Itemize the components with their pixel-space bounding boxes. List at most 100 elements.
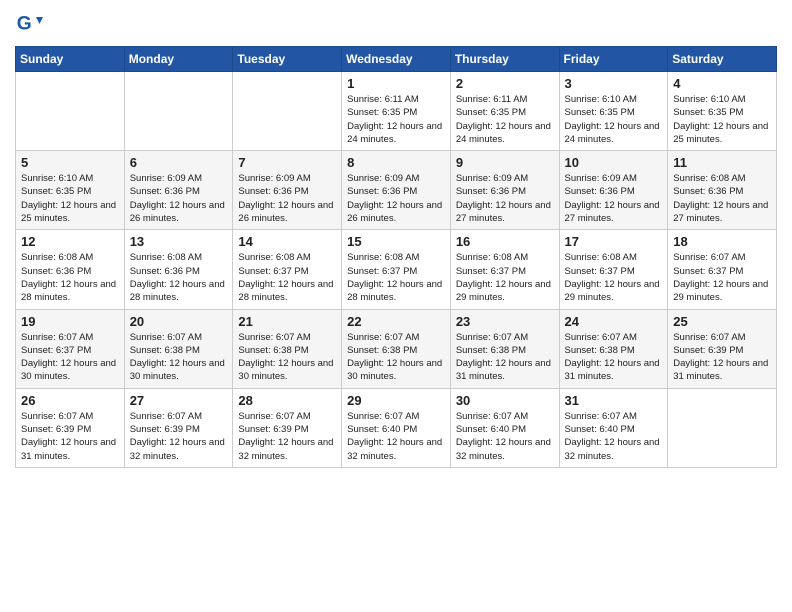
calendar-cell [124, 72, 233, 151]
day-number: 30 [456, 393, 554, 408]
calendar-week-row: 1Sunrise: 6:11 AM Sunset: 6:35 PM Daylig… [16, 72, 777, 151]
calendar-cell: 31 Sunrise: 6:07 AM Sunset: 6:40 PM Dayli… [559, 388, 668, 467]
calendar-cell: 17Sunrise: 6:08 AM Sunset: 6:37 PM Dayli… [559, 230, 668, 309]
calendar-cell: 13 Sunrise: 6:08 AM Sunset: 6:36 PM Dayli… [124, 230, 233, 309]
calendar-cell: 3Sunrise: 6:10 AM Sunset: 6:35 PM Daylig… [559, 72, 668, 151]
day-number: 22 [347, 314, 445, 329]
calendar-cell [16, 72, 125, 151]
day-info: Sunrise: 6:07 AM Sunset: 6:39 PM Dayligh… [130, 410, 228, 463]
page-header: G [15, 10, 777, 38]
calendar-cell: 23 Sunrise: 6:07 AM Sunset: 6:38 PM Dayli… [450, 309, 559, 388]
day-info: Sunrise: 6:08 AM Sunset: 6:37 PM Dayligh… [238, 251, 336, 304]
weekday-header: Monday [124, 47, 233, 72]
calendar-table: SundayMondayTuesdayWednesdayThursdayFrid… [15, 46, 777, 468]
calendar-week-row: 12 Sunrise: 6:08 AM Sunset: 6:36 PM Dayli… [16, 230, 777, 309]
logo: G [15, 10, 47, 38]
calendar-cell: 2 Sunrise: 6:11 AM Sunset: 6:35 PM Daylig… [450, 72, 559, 151]
calendar-cell: 11 Sunrise: 6:08 AM Sunset: 6:36 PM Dayli… [668, 151, 777, 230]
day-number: 4 [673, 76, 771, 91]
day-info: Sunrise: 6:09 AM Sunset: 6:36 PM Dayligh… [130, 172, 228, 225]
day-info: Sunrise: 6:07 AM Sunset: 6:39 PM Dayligh… [673, 331, 771, 384]
day-info: Sunrise: 6:07 AM Sunset: 6:40 PM Dayligh… [565, 410, 663, 463]
day-number: 3 [565, 76, 663, 91]
calendar-cell: 22 Sunrise: 6:07 AM Sunset: 6:38 PM Dayli… [342, 309, 451, 388]
calendar-cell: 9 Sunrise: 6:09 AM Sunset: 6:36 PM Daylig… [450, 151, 559, 230]
day-number: 24 [565, 314, 663, 329]
calendar-cell: 15 Sunrise: 6:08 AM Sunset: 6:37 PM Dayli… [342, 230, 451, 309]
day-info: Sunrise: 6:07 AM Sunset: 6:38 PM Dayligh… [565, 331, 663, 384]
day-number: 25 [673, 314, 771, 329]
day-info: Sunrise: 6:09 AM Sunset: 6:36 PM Dayligh… [565, 172, 663, 225]
calendar-cell: 8Sunrise: 6:09 AM Sunset: 6:36 PM Daylig… [342, 151, 451, 230]
calendar-cell: 1Sunrise: 6:11 AM Sunset: 6:35 PM Daylig… [342, 72, 451, 151]
day-number: 31 [565, 393, 663, 408]
day-info: Sunrise: 6:08 AM Sunset: 6:37 PM Dayligh… [456, 251, 554, 304]
day-info: Sunrise: 6:08 AM Sunset: 6:36 PM Dayligh… [130, 251, 228, 304]
day-number: 23 [456, 314, 554, 329]
calendar-cell: 10 Sunrise: 6:09 AM Sunset: 6:36 PM Dayli… [559, 151, 668, 230]
calendar-cell: 18 Sunrise: 6:07 AM Sunset: 6:37 PM Dayli… [668, 230, 777, 309]
day-number: 19 [21, 314, 119, 329]
day-info: Sunrise: 6:11 AM Sunset: 6:35 PM Dayligh… [456, 93, 554, 146]
day-number: 17 [565, 234, 663, 249]
calendar-cell: 20 Sunrise: 6:07 AM Sunset: 6:38 PM Dayli… [124, 309, 233, 388]
day-info: Sunrise: 6:07 AM Sunset: 6:39 PM Dayligh… [21, 410, 119, 463]
svg-text:G: G [17, 13, 32, 34]
day-number: 13 [130, 234, 228, 249]
day-number: 7 [238, 155, 336, 170]
day-number: 2 [456, 76, 554, 91]
day-number: 6 [130, 155, 228, 170]
day-info: Sunrise: 6:08 AM Sunset: 6:36 PM Dayligh… [673, 172, 771, 225]
calendar-cell: 29 Sunrise: 6:07 AM Sunset: 6:40 PM Dayli… [342, 388, 451, 467]
calendar-cell: 21Sunrise: 6:07 AM Sunset: 6:38 PM Dayli… [233, 309, 342, 388]
day-number: 16 [456, 234, 554, 249]
day-number: 28 [238, 393, 336, 408]
calendar-cell: 19Sunrise: 6:07 AM Sunset: 6:37 PM Dayli… [16, 309, 125, 388]
day-info: Sunrise: 6:07 AM Sunset: 6:38 PM Dayligh… [130, 331, 228, 384]
calendar-cell: 12Sunrise: 6:08 AM Sunset: 6:36 PM Dayli… [16, 230, 125, 309]
day-info: Sunrise: 6:07 AM Sunset: 6:40 PM Dayligh… [347, 410, 445, 463]
calendar-cell: 5Sunrise: 6:10 AM Sunset: 6:35 PM Daylig… [16, 151, 125, 230]
weekday-header: Thursday [450, 47, 559, 72]
calendar-cell: 7 Sunrise: 6:09 AM Sunset: 6:36 PM Daylig… [233, 151, 342, 230]
calendar-week-row: 5Sunrise: 6:10 AM Sunset: 6:35 PM Daylig… [16, 151, 777, 230]
day-number: 11 [673, 155, 771, 170]
day-info: Sunrise: 6:08 AM Sunset: 6:37 PM Dayligh… [347, 251, 445, 304]
day-info: Sunrise: 6:07 AM Sunset: 6:38 PM Dayligh… [456, 331, 554, 384]
day-info: Sunrise: 6:07 AM Sunset: 6:37 PM Dayligh… [673, 251, 771, 304]
weekday-header: Friday [559, 47, 668, 72]
day-info: Sunrise: 6:07 AM Sunset: 6:38 PM Dayligh… [347, 331, 445, 384]
day-number: 18 [673, 234, 771, 249]
weekday-header: Tuesday [233, 47, 342, 72]
day-info: Sunrise: 6:07 AM Sunset: 6:40 PM Dayligh… [456, 410, 554, 463]
calendar-week-row: 19Sunrise: 6:07 AM Sunset: 6:37 PM Dayli… [16, 309, 777, 388]
calendar-cell: 25 Sunrise: 6:07 AM Sunset: 6:39 PM Dayli… [668, 309, 777, 388]
day-info: Sunrise: 6:07 AM Sunset: 6:38 PM Dayligh… [238, 331, 336, 384]
calendar-cell: 26 Sunrise: 6:07 AM Sunset: 6:39 PM Dayli… [16, 388, 125, 467]
logo-icon: G [15, 10, 43, 38]
weekday-header: Sunday [16, 47, 125, 72]
calendar-body: 1Sunrise: 6:11 AM Sunset: 6:35 PM Daylig… [16, 72, 777, 468]
day-number: 12 [21, 234, 119, 249]
calendar-cell: 30 Sunrise: 6:07 AM Sunset: 6:40 PM Dayli… [450, 388, 559, 467]
day-info: Sunrise: 6:09 AM Sunset: 6:36 PM Dayligh… [347, 172, 445, 225]
day-number: 9 [456, 155, 554, 170]
day-number: 10 [565, 155, 663, 170]
day-number: 27 [130, 393, 228, 408]
calendar-cell: 16 Sunrise: 6:08 AM Sunset: 6:37 PM Dayli… [450, 230, 559, 309]
day-number: 29 [347, 393, 445, 408]
day-number: 26 [21, 393, 119, 408]
day-info: Sunrise: 6:09 AM Sunset: 6:36 PM Dayligh… [456, 172, 554, 225]
calendar-header: SundayMondayTuesdayWednesdayThursdayFrid… [16, 47, 777, 72]
weekday-header: Saturday [668, 47, 777, 72]
day-number: 15 [347, 234, 445, 249]
day-info: Sunrise: 6:11 AM Sunset: 6:35 PM Dayligh… [347, 93, 445, 146]
weekday-header: Wednesday [342, 47, 451, 72]
day-info: Sunrise: 6:09 AM Sunset: 6:36 PM Dayligh… [238, 172, 336, 225]
day-number: 20 [130, 314, 228, 329]
day-info: Sunrise: 6:07 AM Sunset: 6:39 PM Dayligh… [238, 410, 336, 463]
calendar-cell [668, 388, 777, 467]
calendar-week-row: 26 Sunrise: 6:07 AM Sunset: 6:39 PM Dayli… [16, 388, 777, 467]
calendar-cell: 6 Sunrise: 6:09 AM Sunset: 6:36 PM Daylig… [124, 151, 233, 230]
day-number: 5 [21, 155, 119, 170]
